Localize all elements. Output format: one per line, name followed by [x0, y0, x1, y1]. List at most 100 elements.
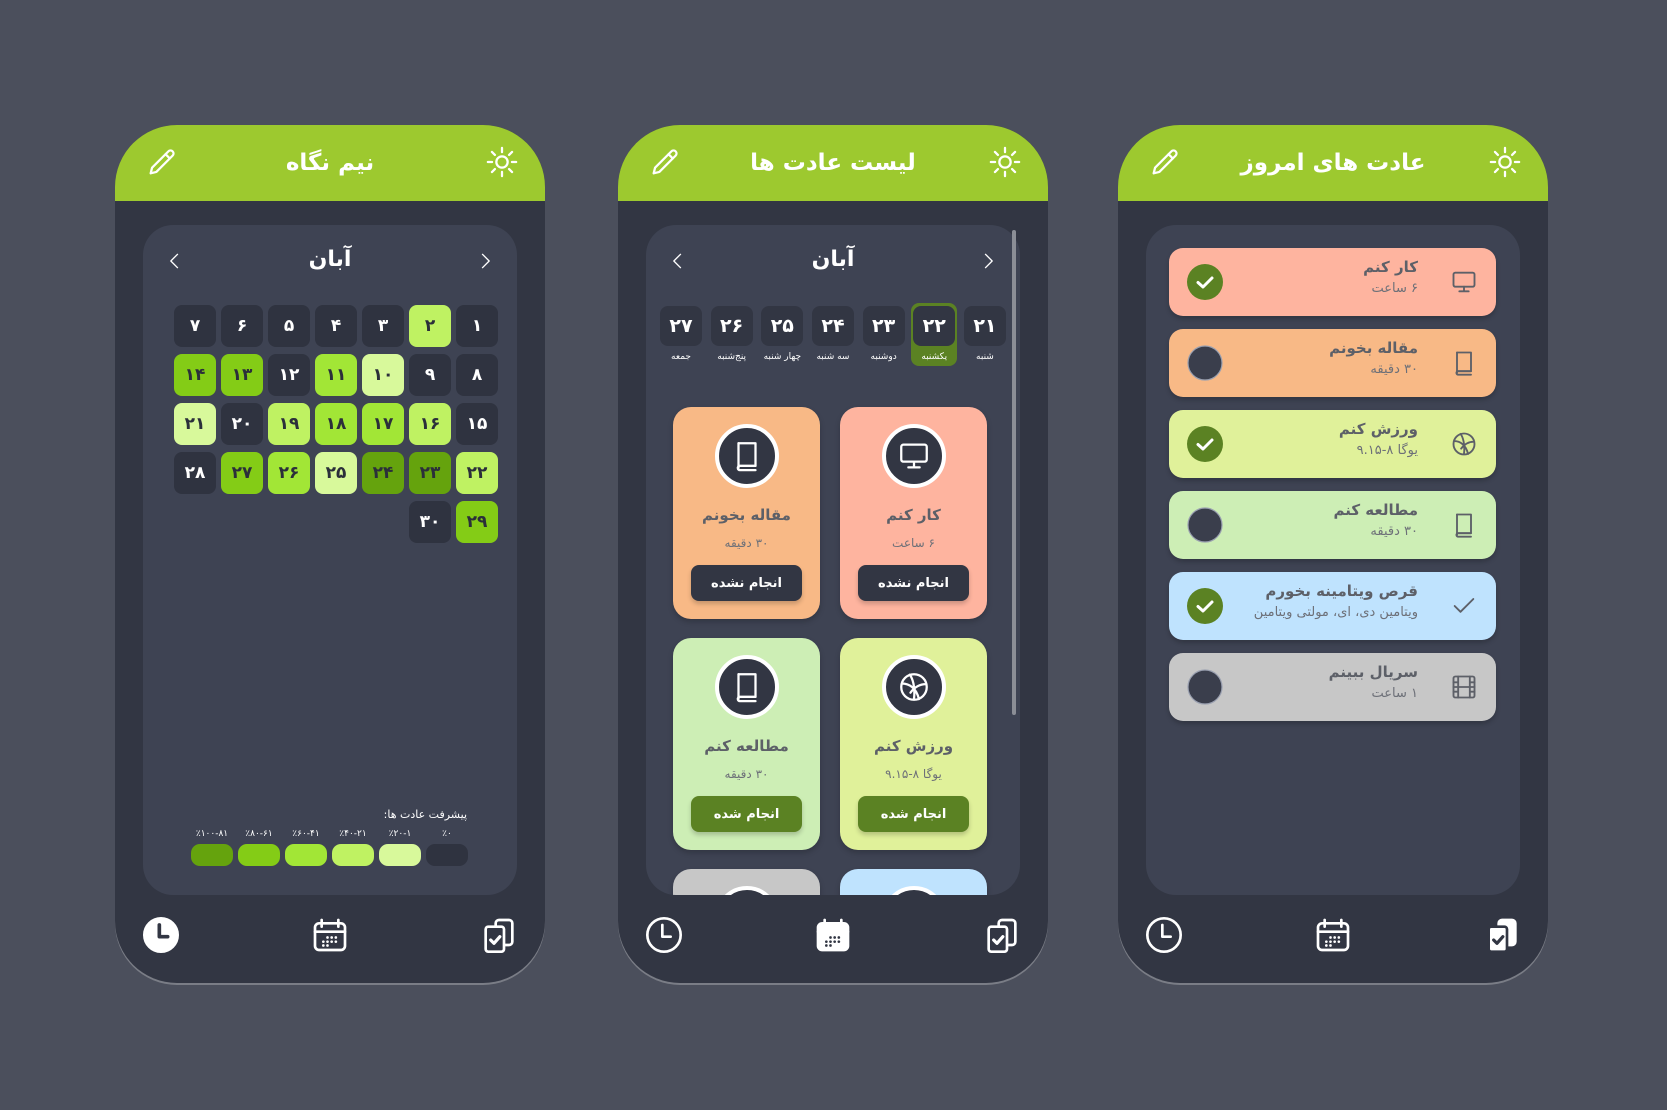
calendar-icon[interactable] [813, 915, 853, 955]
clock-icon[interactable] [644, 915, 684, 955]
not-done-button[interactable]: انجام نشده [858, 565, 969, 601]
clipboard-check-icon[interactable] [479, 915, 519, 955]
week-day-name: یکشنبه [921, 352, 948, 362]
chevron-right-icon[interactable] [978, 251, 998, 271]
week-day[interactable]: ۲۲ یکشنبه [911, 303, 958, 366]
calendar-day[interactable]: ۲۷ [221, 452, 263, 494]
calendar-day[interactable]: ۱۵ [456, 403, 498, 445]
week-day[interactable]: ۲۳ دوشنبه [861, 303, 907, 366]
calendar-day[interactable]: ۱۶ [409, 403, 451, 445]
week-day[interactable]: ۲۱ شنبه [962, 303, 1008, 366]
calendar-day[interactable]: ۲۹ [456, 501, 498, 543]
clock-icon[interactable] [141, 915, 181, 955]
calendar-day[interactable]: ۷ [174, 305, 216, 347]
calendar-day[interactable]: ۹ [409, 354, 451, 396]
habit-subtitle: یوگا ۸-۹.۱۵ [885, 767, 942, 781]
calendar-day[interactable]: ۲ [409, 305, 451, 347]
monitor-icon [1450, 268, 1478, 296]
habit-title: مقاله بخونم [1329, 339, 1418, 357]
habit-card[interactable]: ورزش کنم یوگا ۸-۹.۱۵ انجام شده [840, 638, 987, 850]
habit-title: ورزش کنم [873, 737, 954, 755]
calendar-icon[interactable] [310, 915, 350, 955]
theme-sun-icon[interactable] [1488, 145, 1522, 179]
unchecked-checkbox[interactable] [1187, 345, 1223, 381]
calendar-day[interactable]: ۱۹ [268, 403, 310, 445]
legend-label: ٪۶۰-۴۱ [292, 829, 320, 839]
month-title: آبان [811, 247, 855, 272]
screen-title: لیست عادت ها [750, 150, 916, 176]
calendar-day[interactable]: ۱۰ [362, 354, 404, 396]
edit-pencil-icon[interactable] [648, 145, 682, 179]
habit-list-item[interactable]: ورزش کنم یوگا ۸-۹.۱۵ [1169, 410, 1496, 478]
checked-checkbox[interactable] [1187, 426, 1223, 462]
done-button[interactable]: انجام شده [858, 796, 969, 832]
film-icon [1450, 673, 1478, 701]
scrollbar[interactable] [1012, 230, 1016, 715]
chevron-right-icon[interactable] [475, 251, 495, 271]
calendar-day[interactable]: ۱۷ [362, 403, 404, 445]
book-icon [1450, 349, 1478, 377]
week-day-name: سه شنبه [816, 352, 850, 362]
clock-icon[interactable] [1144, 915, 1184, 955]
habit-card[interactable]: مقاله بخونم ۳۰ دقیقه انجام نشده [673, 407, 820, 619]
habit-card[interactable]: کار کنم ۶ ساعت انجام نشده [840, 407, 987, 619]
theme-sun-icon[interactable] [485, 145, 519, 179]
unchecked-checkbox[interactable] [1187, 507, 1223, 543]
today-panel: کار کنم ۶ ساعت مقاله بخونم ۳۰ دقیقه ورزش کنم… [1146, 225, 1520, 895]
calendar-day[interactable]: ۵ [268, 305, 310, 347]
habit-title: مطالعه کنم [704, 737, 789, 755]
calendar-day[interactable]: ۲۲ [456, 452, 498, 494]
edit-pencil-icon[interactable] [1148, 145, 1182, 179]
done-button[interactable]: انجام شده [691, 796, 802, 832]
calendar-day[interactable]: ۲۶ [268, 452, 310, 494]
habit-title: ورزش کنم [1338, 420, 1418, 438]
edit-pencil-icon[interactable] [145, 145, 179, 179]
calendar-day[interactable]: ۱۳ [221, 354, 263, 396]
calendar-day[interactable]: ۲۰ [221, 403, 263, 445]
clipboard-check-icon[interactable] [982, 915, 1022, 955]
week-day-name: دوشنبه [870, 352, 897, 362]
checked-checkbox[interactable] [1187, 588, 1223, 624]
week-day[interactable]: ۲۶ پنج‌شنبه [709, 303, 755, 366]
week-day[interactable]: ۲۵ چهار شنبه [759, 303, 805, 366]
app-header: لیست عادت ها [618, 125, 1048, 201]
habit-list-item[interactable]: قرص ویتامینه بخورم ویتامین دی، ای، مولتی … [1169, 572, 1496, 640]
habit-list-item[interactable]: مقاله بخونم ۳۰ دقیقه [1169, 329, 1496, 397]
week-day-name: چهار شنبه [763, 352, 802, 362]
calendar-icon[interactable] [1313, 915, 1353, 955]
unchecked-checkbox[interactable] [1187, 669, 1223, 705]
habit-list-item[interactable]: مطالعه کنم ۳۰ دقیقه [1169, 491, 1496, 559]
habit-list-item[interactable]: کار کنم ۶ ساعت [1169, 248, 1496, 316]
theme-sun-icon[interactable] [988, 145, 1022, 179]
calendar-day[interactable]: ۴ [315, 305, 357, 347]
calendar-day[interactable]: ۳ [362, 305, 404, 347]
week-day-number: ۲۴ [811, 306, 854, 346]
habit-card[interactable]: مطالعه کنم ۳۰ دقیقه انجام شده [673, 638, 820, 850]
habit-card[interactable] [840, 869, 987, 895]
legend-item: ٪۶۰-۴۱ [285, 829, 327, 866]
habit-card[interactable] [673, 869, 820, 895]
week-day[interactable]: ۲۷ جمعه [658, 303, 704, 366]
calendar-day[interactable]: ۱۱ [315, 354, 357, 396]
calendar-day[interactable]: ۶ [221, 305, 263, 347]
calendar-day[interactable]: ۲۵ [315, 452, 357, 494]
calendar-day[interactable]: ۲۴ [362, 452, 404, 494]
habit-title: کار کنم [1363, 258, 1418, 276]
habit-subtitle: ۶ ساعت [892, 536, 935, 550]
calendar-day[interactable]: ۱۴ [174, 354, 216, 396]
calendar-day[interactable]: ۸ [456, 354, 498, 396]
habit-list-item[interactable]: سریال ببینم ۱ ساعت [1169, 653, 1496, 721]
calendar-day[interactable]: ۲۸ [174, 452, 216, 494]
calendar-day[interactable]: ۱۸ [315, 403, 357, 445]
clipboard-check-icon[interactable] [1482, 915, 1522, 955]
calendar-day[interactable]: ۱ [456, 305, 498, 347]
calendar-day[interactable]: ۱۲ [268, 354, 310, 396]
checked-checkbox[interactable] [1187, 264, 1223, 300]
calendar-day[interactable]: ۲۳ [409, 452, 451, 494]
legend-item: ٪۸۰-۶۱ [238, 829, 280, 866]
not-done-button[interactable]: انجام نشده [691, 565, 802, 601]
calendar-day[interactable]: ۳۰ [409, 501, 451, 543]
calendar-day[interactable]: ۲۱ [174, 403, 216, 445]
week-day[interactable]: ۲۴ سه شنبه [810, 303, 856, 366]
film-icon [714, 886, 779, 895]
